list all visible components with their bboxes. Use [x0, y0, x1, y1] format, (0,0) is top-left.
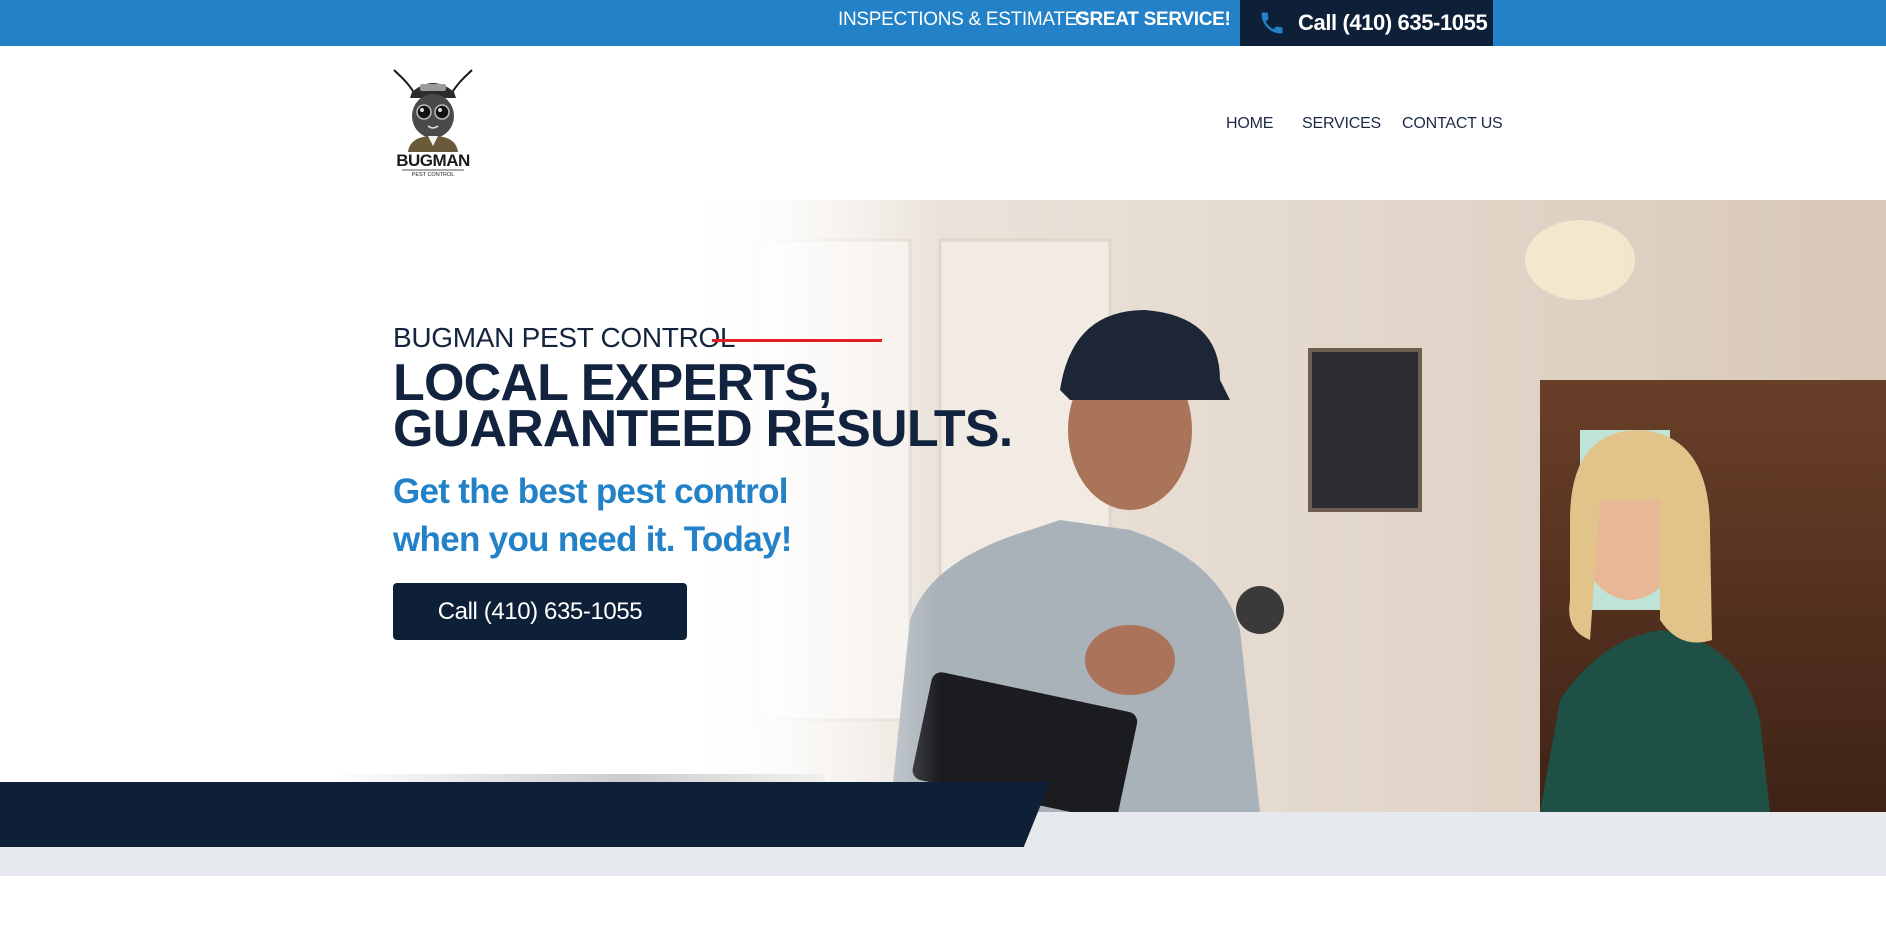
hero-section [0, 200, 1886, 812]
svg-text:PEST CONTROL: PEST CONTROL [412, 172, 455, 178]
top-bar-service-text: GREAT SERVICE! [1075, 9, 1231, 30]
nav-home[interactable]: HOME [1226, 115, 1273, 133]
subheadline-line-2: when you need it. Today! [393, 520, 792, 559]
navy-accent-band [0, 782, 1050, 847]
nav-services[interactable]: SERVICES [1302, 115, 1381, 133]
site-header: BUGMAN PEST CONTROL HOME SERVICES CONTAC… [0, 46, 1886, 200]
hero-call-button[interactable]: Call (410) 635-1055 [393, 583, 687, 640]
top-bar-inspections-text: INSPECTIONS & ESTIMATES [838, 9, 1090, 30]
top-call-button[interactable]: Call (410) 635-1055 [1240, 0, 1493, 46]
nav-contact-us[interactable]: CONTACT US [1402, 115, 1503, 133]
headline-line-2: GUARANTEED RESULTS. [393, 400, 1013, 458]
bugman-logo[interactable]: BUGMAN PEST CONTROL [390, 66, 476, 178]
hero-headline: LOCAL EXPERTS, GUARANTEED RESULTS. [393, 357, 1013, 455]
top-call-label: Call (410) 635-1055 [1298, 10, 1488, 35]
hero-subheadline: Get the best pest control when you need … [393, 468, 792, 564]
svg-text:BUGMAN: BUGMAN [396, 151, 470, 170]
eyebrow-divider [712, 339, 882, 342]
hero-eyebrow: BUGMAN PEST CONTROL [393, 322, 736, 353]
subheadline-line-1: Get the best pest control [393, 472, 788, 511]
top-bar: INSPECTIONS & ESTIMATES GREAT SERVICE! C… [0, 0, 1886, 46]
phone-icon [1258, 9, 1286, 37]
